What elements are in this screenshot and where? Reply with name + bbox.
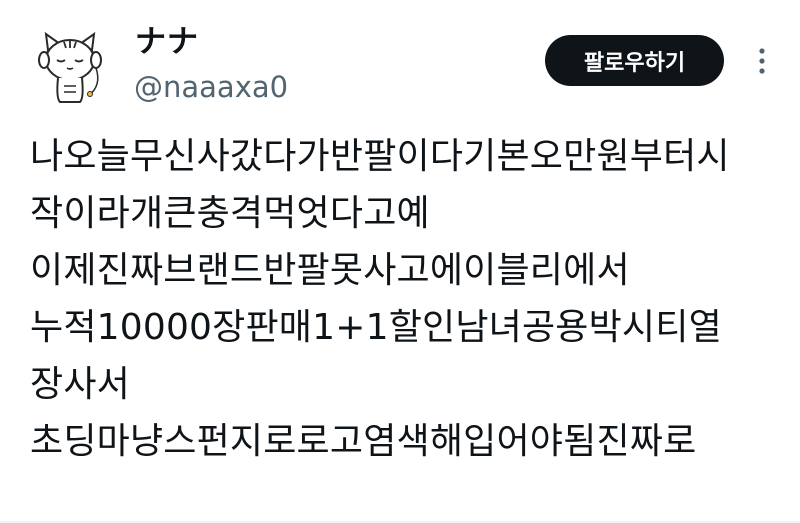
follow-button[interactable]: 팔로우하기 [545,35,724,86]
tweet-line: 작이라개큰충격먹엇다고예 [30,193,430,234]
tweet-line: 이제진짜브랜드반팔못사고에이블리에서 [30,250,630,291]
tweet-text: 나오늘무신사갔다가반팔이다기본오만원부터시 작이라개큰충격먹엇다고예 이제진짜브… [30,128,790,470]
more-vertical-icon [759,48,765,74]
user-handle[interactable]: @naaaxa0 [134,68,288,106]
tweet-line: 나오늘무신사갔다가반팔이다기본오만원부터시 [30,136,730,177]
more-options-button[interactable] [750,44,774,78]
display-name[interactable]: ナナ [135,22,199,62]
avatar[interactable] [30,26,110,106]
tweet-line: 장사서 [30,364,130,405]
white-cat-avatar-icon [38,31,102,103]
tweet-line: 누적10000장판매1+1할인남녀공용박시티열 [30,307,722,348]
tweet-line: 초딩마냥스펀지로로고염색해입어야됨진짜로 [30,421,697,462]
